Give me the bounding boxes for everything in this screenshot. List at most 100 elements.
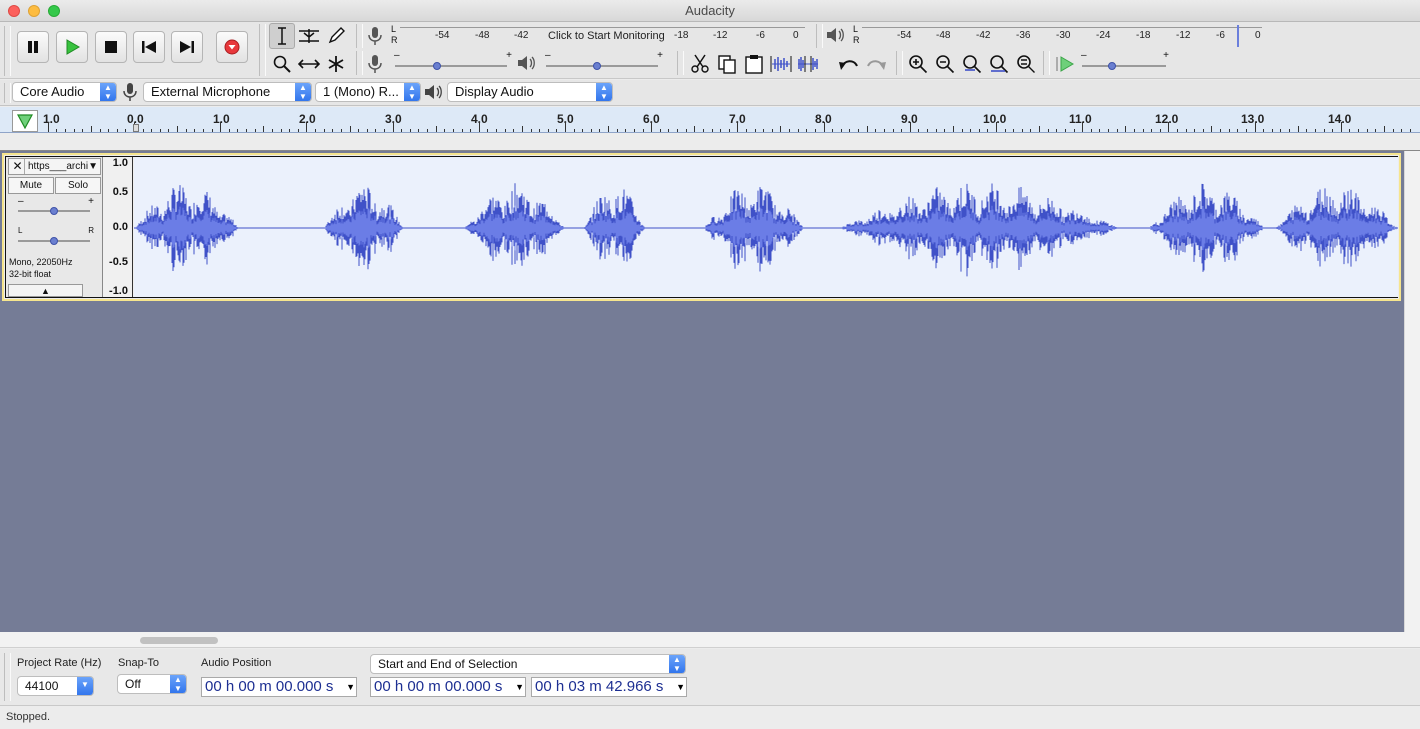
vertical-scrollbar[interactable] — [1404, 151, 1420, 632]
multi-tool[interactable] — [323, 51, 349, 77]
mixer-toolbar-grip[interactable] — [356, 51, 363, 75]
playback-speed-slider[interactable]: – + — [1080, 50, 1170, 72]
solo-button[interactable]: Solo — [55, 177, 101, 194]
ruler-tick — [1263, 129, 1264, 132]
trim-audio-button[interactable] — [768, 51, 794, 77]
zoom-out-button[interactable] — [932, 51, 958, 77]
waveform — [134, 183, 1398, 277]
edit-toolbar-grip[interactable] — [677, 51, 684, 75]
snap-to-select[interactable]: Off ▲ ▼ — [117, 674, 187, 694]
record-meter-mic-icon[interactable] — [366, 26, 384, 49]
ruler-tick — [1280, 129, 1281, 132]
stop-button[interactable] — [95, 31, 127, 63]
ruler-tick — [1082, 122, 1083, 132]
playback-device-select[interactable]: Display Audio ▲ ▼ — [447, 82, 613, 102]
playback-meter[interactable]: -54 -48 -42 -36 -30 -24 -18 -12 -6 0 — [862, 23, 1262, 49]
draw-tool[interactable] — [323, 23, 349, 49]
play-at-speed-grip[interactable] — [1043, 51, 1050, 75]
audio-position-field[interactable]: 00 h 00 m 00.000 s ▼ — [201, 677, 357, 697]
mute-button[interactable]: Mute — [8, 177, 54, 194]
project-rate-select[interactable]: 44100 ▼ — [17, 676, 94, 696]
cut-button[interactable] — [687, 51, 713, 77]
chevron-up-icon: ▲ — [41, 286, 50, 296]
ruler-tick — [1030, 129, 1031, 132]
selection-end-field[interactable]: 00 h 03 m 42.966 s ▼ — [531, 677, 687, 697]
zoom-toolbar-grip[interactable] — [896, 51, 903, 75]
play-button[interactable] — [56, 31, 88, 63]
minimize-window-button[interactable] — [28, 5, 40, 17]
tools-toolbar-grip[interactable] — [259, 24, 266, 76]
audio-host-select[interactable]: Core Audio ▲ ▼ — [12, 82, 117, 102]
ruler-tick — [1306, 129, 1307, 132]
recording-volume-slider[interactable]: – + — [393, 50, 513, 72]
transport-toolbar-grip[interactable] — [4, 26, 11, 76]
time-format-chevron-icon[interactable]: ▼ — [676, 678, 685, 696]
horizontal-scrollbar[interactable] — [0, 632, 1420, 648]
timeline-options-button[interactable] — [12, 110, 38, 132]
zoom-in-button[interactable] — [905, 51, 931, 77]
audio-track[interactable]: ✕ https___archi ▼ Mute Solo – + L R Mono… — [2, 153, 1401, 301]
paste-button[interactable] — [741, 51, 767, 77]
ruler-tick — [970, 129, 971, 132]
device-toolbar-grip[interactable] — [4, 83, 11, 103]
timeline-ruler[interactable]: 1.0 0.0 1.0 2.0 3.0 4.0 5.0 6.0 7.0 8.0 … — [0, 107, 1420, 151]
zoom-toggle-button[interactable] — [1013, 51, 1039, 77]
record-button[interactable] — [216, 31, 248, 63]
track-panel[interactable]: ✕ https___archi ▼ Mute Solo – + L R Mono… — [0, 151, 1404, 632]
ruler-tick — [1048, 129, 1049, 132]
ruler-tick — [824, 122, 825, 132]
ruler-tick — [1177, 129, 1178, 132]
close-track-icon[interactable]: ✕ — [11, 159, 25, 174]
time-shift-tool[interactable] — [296, 51, 322, 77]
pan-slider[interactable]: L R — [14, 226, 94, 246]
selection-tool[interactable] — [269, 23, 295, 49]
recording-device-mic-icon — [122, 82, 138, 105]
start-monitoring-prompt[interactable]: Click to Start Monitoring — [548, 30, 665, 42]
zoom-tool[interactable] — [269, 51, 295, 77]
skip-to-end-button[interactable] — [171, 31, 203, 63]
ruler-tick — [1349, 129, 1350, 132]
time-format-chevron-icon[interactable]: ▼ — [346, 678, 355, 696]
fit-project-button[interactable] — [986, 51, 1012, 77]
horizontal-scroll-thumb[interactable] — [140, 637, 218, 644]
copy-button[interactable] — [714, 51, 740, 77]
pause-button[interactable] — [17, 31, 49, 63]
track-menu-chevron-icon[interactable]: ▼ — [88, 159, 98, 174]
ruler-tick — [910, 122, 911, 132]
ruler-tick — [255, 129, 256, 132]
ruler-tick — [487, 129, 488, 132]
play-head-marker[interactable] — [133, 124, 139, 132]
selection-toolbar-grip[interactable] — [4, 653, 11, 701]
collapse-track-button[interactable]: ▲ — [8, 284, 83, 297]
record-meter-grip[interactable] — [356, 24, 363, 48]
recording-channels-select[interactable]: 1 (Mono) R... ▲ ▼ — [315, 82, 421, 102]
zoom-window-button[interactable] — [48, 5, 60, 17]
playback-meter-speaker-icon[interactable] — [826, 26, 846, 47]
ruler-tick — [677, 129, 678, 132]
waveform-area[interactable] — [134, 157, 1398, 297]
gain-slider[interactable]: – + — [14, 196, 94, 216]
playback-meter-grip[interactable] — [816, 24, 823, 48]
selection-start-field[interactable]: 00 h 00 m 00.000 s ▼ — [370, 677, 526, 697]
time-format-chevron-icon[interactable]: ▼ — [515, 678, 524, 696]
selection-mode-select[interactable]: Start and End of Selection ▲ ▼ — [370, 654, 686, 674]
skip-to-start-button[interactable] — [133, 31, 165, 63]
fit-selection-button[interactable] — [959, 51, 985, 77]
track-name-menu[interactable]: ✕ https___archi ▼ — [8, 158, 101, 175]
paste-icon — [745, 55, 763, 74]
close-window-button[interactable] — [8, 5, 20, 17]
ruler-tick — [953, 126, 954, 132]
ruler-tick — [194, 129, 195, 132]
silence-audio-button[interactable] — [795, 51, 821, 77]
playback-volume-slider[interactable]: – + — [544, 50, 664, 72]
play-at-speed-button[interactable] — [1052, 51, 1078, 77]
ruler-tick — [1203, 129, 1204, 132]
ruler-tick — [289, 129, 290, 132]
amplitude-scale[interactable]: 1.0 0.5 0.0 -0.5 -1.0 — [103, 157, 133, 297]
ruler-tick — [203, 129, 204, 132]
record-meter[interactable]: -54 -48 -42 Click to Start Monitoring -1… — [400, 23, 805, 49]
undo-button[interactable] — [836, 51, 862, 77]
recording-device-select[interactable]: External Microphone ▲ ▼ — [143, 82, 312, 102]
redo-button[interactable] — [863, 51, 889, 77]
envelope-tool[interactable] — [296, 23, 322, 49]
